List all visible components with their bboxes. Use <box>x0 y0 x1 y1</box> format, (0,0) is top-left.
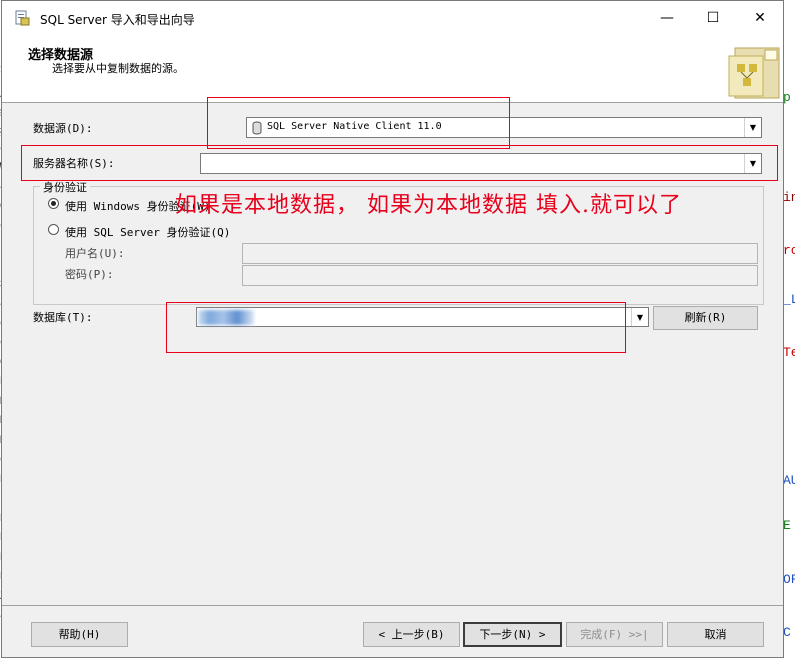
data-source-label: 数据源(D): <box>33 122 93 135</box>
background-right-strip: p in ro _L Te AU E OF C <box>783 0 795 661</box>
annotation-box-data-source <box>207 97 510 149</box>
page-subtitle: 选择要从中复制数据的源。 <box>52 62 184 75</box>
annotation-box-database <box>166 302 626 353</box>
auth-sql-radio[interactable] <box>48 224 59 235</box>
cancel-button[interactable]: 取消 <box>667 622 764 647</box>
username-field[interactable] <box>242 243 758 264</box>
refresh-button[interactable]: 刷新(R) <box>653 306 758 330</box>
minimize-button[interactable]: — <box>644 1 690 36</box>
close-button[interactable]: ✕ <box>737 1 783 36</box>
auth-group-label: 身份验证 <box>40 179 90 195</box>
app-icon <box>15 10 30 26</box>
help-button[interactable]: 帮助(H) <box>31 622 128 647</box>
finish-button[interactable]: 完成(F) >>| <box>566 622 663 647</box>
annotation-box-server-name <box>21 145 778 181</box>
maximize-button[interactable]: ☐ <box>690 1 736 36</box>
data-source-wizard-icon <box>728 47 780 99</box>
wizard-header: 选择数据源 选择要从中复制数据的源。 <box>2 36 783 103</box>
background-right-text: C <box>783 625 791 640</box>
footer-divider <box>2 605 783 606</box>
background-right-text: AU <box>783 473 795 488</box>
background-right-text: ro <box>783 243 795 258</box>
chevron-down-icon[interactable]: ▼ <box>631 308 648 326</box>
next-button[interactable]: 下一步(N) > <box>463 622 562 647</box>
background-right-text: E <box>783 518 791 533</box>
title-bar: SQL Server 导入和导出向导 — ☐ ✕ <box>2 1 783 36</box>
background-right-text: _L <box>783 292 795 307</box>
background-right-text: Te <box>783 345 795 360</box>
back-button[interactable]: < 上一步(B) <box>363 622 460 647</box>
window-title: SQL Server 导入和导出向导 <box>40 13 195 27</box>
database-label: 数据库(T): <box>33 311 93 324</box>
annotation-text: 如果是本地数据， 如果为本地数据 填入.就可以了 <box>175 193 682 218</box>
password-field[interactable] <box>242 265 758 286</box>
background-right-text: OF <box>783 572 795 587</box>
background-right-text: p <box>783 90 791 105</box>
auth-windows-radio[interactable] <box>48 198 59 209</box>
username-label: 用户名(U): <box>65 247 125 260</box>
password-label: 密码(P): <box>65 268 114 281</box>
background-right-text: in <box>783 190 795 205</box>
chevron-down-icon[interactable]: ▼ <box>744 118 761 137</box>
auth-sql-label[interactable]: 使用 SQL Server 身份验证(Q) <box>65 224 230 240</box>
